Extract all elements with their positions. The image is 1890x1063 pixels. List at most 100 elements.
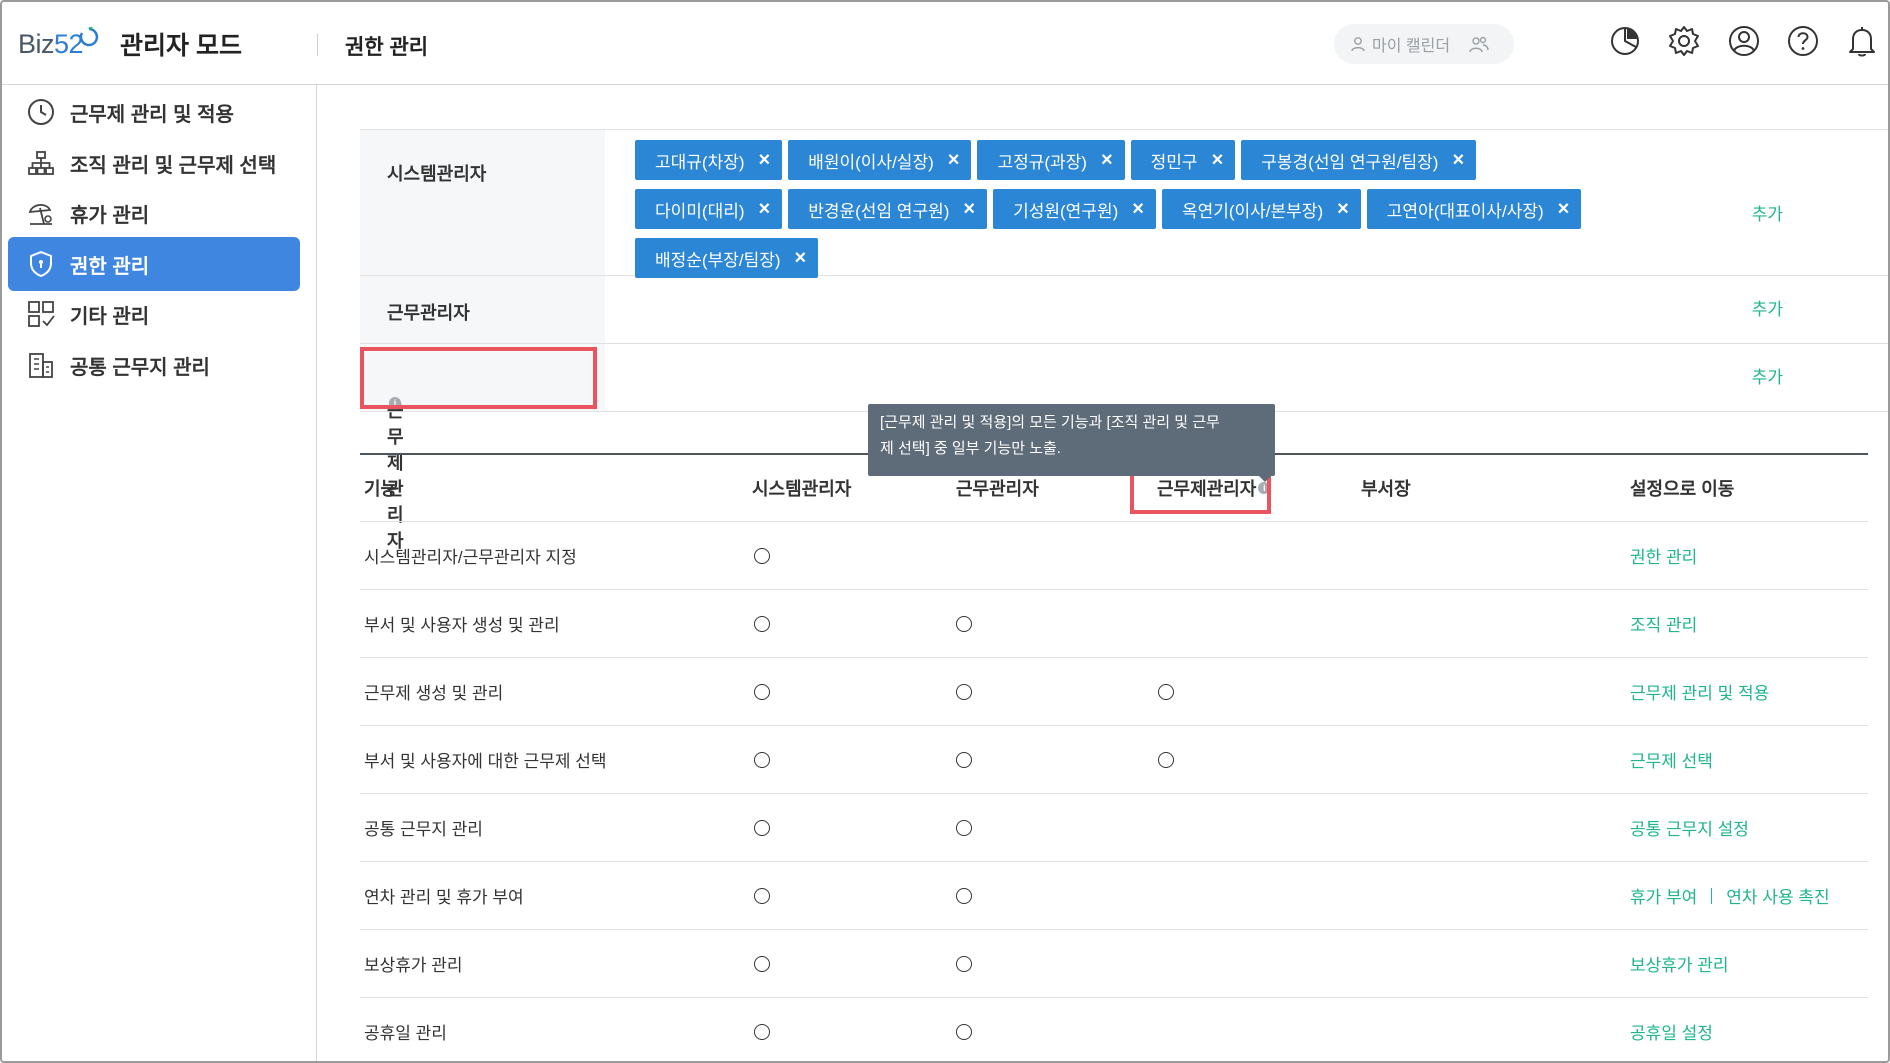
main-content: 시스템관리자 고대규(차장) × 배원이(이사/실장) × 고정규(과장) × 정민구 × 구봉… — [318, 86, 1888, 1061]
goto-settings-link[interactable]: 공휴일 설정 — [1630, 1019, 1713, 1044]
table-row: 공통 근무지 관리 공통 근무지 설정 — [360, 794, 1868, 862]
function-name: 보상휴가 관리 — [364, 956, 463, 975]
sidebar-item-etc[interactable]: 기타 관리 — [8, 287, 300, 341]
member-chip-label: 옥연기(이사/본부장) — [1181, 201, 1324, 221]
table-body: 시스템관리자/근무관리자 지정 권한 관리부서 및 사용자 생성 및 관리 조직 관… — [360, 522, 1868, 1061]
page-title: 권한 관리 — [345, 36, 429, 59]
function-name: 공통 근무지 관리 — [364, 820, 483, 839]
sidebar-item-label: 휴가 관리 — [70, 204, 150, 227]
permission-mark-icon — [1158, 683, 1174, 700]
member-chip-label: 배정순(부장/팀장) — [655, 250, 781, 270]
goto-settings-link[interactable]: 권한 관리 — [1630, 543, 1697, 568]
sidebar-item-worksystem[interactable]: 근무제 관리 및 적용 — [8, 85, 300, 139]
role-label: 근무제관리자 i — [360, 344, 605, 551]
goto-settings-link[interactable]: 조직 관리 — [1630, 611, 1697, 636]
col-sys-admin: 시스템관리자 — [752, 479, 852, 499]
add-worksys-admin-link[interactable]: 추가 — [1752, 363, 1783, 388]
sidebar-item-label: 권한 관리 — [70, 255, 150, 278]
work-admin-label: 근무관리자 — [387, 303, 470, 323]
member-chip-label: 배원이(이사/실장) — [808, 152, 934, 172]
function-name: 부서 및 사용자에 대한 근무제 선택 — [364, 752, 607, 771]
member-chip-label: 정민구 — [1150, 152, 1198, 172]
remove-member-icon[interactable]: × — [948, 150, 960, 170]
biz52-logo[interactable]: Biz 52 — [18, 22, 99, 66]
my-calendar-button[interactable]: 마이 캘린더 — [1334, 24, 1514, 64]
goto-settings-link[interactable]: 휴가 부여 — [1630, 883, 1697, 908]
remove-member-icon[interactable]: × — [759, 150, 771, 170]
remove-member-icon[interactable]: × — [1558, 199, 1570, 219]
function-permission-table: 기능 시스템관리자 근무관리자 근무제관리자 i 부서장 설정으로 이동 시스템관… — [360, 453, 1868, 1061]
col-function: 기능 — [364, 479, 398, 499]
info-icon[interactable]: i — [1258, 482, 1271, 494]
member-chip: 반경윤(선임 연구원) × — [788, 189, 988, 229]
table-row: 부서 및 사용자 생성 및 관리 조직 관리 — [360, 590, 1868, 658]
header-divider — [317, 34, 318, 56]
goto-settings-link[interactable]: 보상휴가 관리 — [1630, 951, 1729, 976]
function-name: 시스템관리자/근무관리자 지정 — [364, 548, 577, 567]
goto-links: 근무제 선택 — [1630, 726, 1868, 793]
role-row-work-admin: 근무관리자 추가 — [360, 276, 1888, 344]
help-icon[interactable] — [1786, 24, 1820, 58]
sidebar-item-label: 근무제 관리 및 적용 — [70, 103, 234, 126]
remove-member-icon[interactable]: × — [759, 199, 771, 219]
permission-mark-icon — [754, 683, 770, 700]
col-dept-head: 부서장 — [1361, 479, 1411, 499]
info-icon[interactable]: i — [389, 397, 401, 409]
goto-settings-link[interactable]: 근무제 관리 및 적용 — [1630, 679, 1769, 704]
sidebar-item-label: 조직 관리 및 근무제 선택 — [70, 154, 277, 177]
remove-member-icon[interactable]: × — [1101, 150, 1113, 170]
clock-icon — [28, 99, 54, 125]
remove-member-icon[interactable]: × — [1337, 199, 1349, 219]
goto-settings-link[interactable]: 연차 사용 촉진 — [1726, 883, 1829, 908]
goto-links: 휴가 부여 연차 사용 촉진 — [1630, 862, 1868, 929]
grid-icon — [28, 301, 55, 327]
sidebar-item-organization[interactable]: 조직 관리 및 근무제 선택 — [8, 136, 300, 190]
info-tooltip: [근무제 관리 및 적용]의 모든 기능과 [조직 관리 및 근무 제 선택] … — [868, 404, 1275, 476]
remove-member-icon[interactable]: × — [795, 248, 807, 268]
member-chip: 옥연기(이사/본부장) × — [1161, 189, 1361, 229]
table-row: 부서 및 사용자에 대한 근무제 선택 근무제 선택 — [360, 726, 1868, 794]
member-chip-label: 다이미(대리) — [655, 201, 745, 221]
sidebar-item-label: 기타 관리 — [70, 305, 150, 328]
role-assignment-table: 시스템관리자 고대규(차장) × 배원이(이사/실장) × 고정규(과장) × 정민구 × 구봉… — [360, 129, 1888, 551]
role-row-sys-admin: 시스템관리자 고대규(차장) × 배원이(이사/실장) × 고정규(과장) × 정민구 × 구봉… — [360, 129, 1888, 278]
add-work-admin-link[interactable]: 추가 — [1752, 295, 1783, 320]
member-chip-list: 고대규(차장) × 배원이(이사/실장) × 고정규(과장) × 정민구 × 구봉경(선임 연구… — [635, 130, 1695, 293]
role-label: 근무관리자 — [360, 276, 605, 343]
sys-admin-label: 시스템관리자 — [387, 164, 487, 184]
function-name: 근무제 생성 및 관리 — [364, 684, 504, 703]
table-row: 공휴일 관리 공휴일 설정 — [360, 998, 1868, 1061]
gear-icon[interactable] — [1667, 24, 1701, 58]
group-icon[interactable] — [1468, 35, 1490, 53]
goto-settings-link[interactable]: 근무제 선택 — [1630, 747, 1713, 772]
remove-member-icon[interactable]: × — [1452, 150, 1464, 170]
add-sys-admin-link[interactable]: 추가 — [1752, 200, 1783, 225]
my-calendar-label: 마이 캘린더 — [1372, 38, 1451, 55]
sidebar-item-permissions[interactable]: 권한 관리 — [8, 237, 300, 291]
app-window: Biz 52 관리자 모드 권한 관리 마이 캘린더 근무제 관리 및 적용 조… — [0, 0, 1890, 1063]
member-chip-label: 고정규(과장) — [997, 152, 1087, 172]
person-icon — [1351, 37, 1365, 52]
report-icon[interactable] — [1608, 24, 1642, 58]
user-icon[interactable] — [1727, 24, 1761, 58]
sidebar-item-common-workplace[interactable]: 공통 근무지 관리 — [8, 338, 300, 392]
remove-member-icon[interactable]: × — [963, 199, 975, 219]
permission-mark-icon — [754, 955, 770, 972]
member-chip: 정민구 × — [1130, 140, 1236, 180]
col-worksys-admin-label: 근무제관리자 — [1157, 479, 1257, 499]
permission-mark-icon — [956, 887, 972, 904]
goto-settings-link[interactable]: 공통 근무지 설정 — [1630, 815, 1749, 840]
permission-mark-icon — [754, 819, 770, 836]
org-chart-icon — [28, 151, 54, 175]
goto-links: 공휴일 설정 — [1630, 998, 1868, 1061]
tooltip-arrow — [1258, 475, 1272, 482]
permission-mark-icon — [754, 547, 770, 564]
member-chip: 배정순(부장/팀장) × — [635, 238, 819, 278]
bell-icon[interactable] — [1845, 24, 1879, 58]
table-row: 근무제 생성 및 관리 근무제 관리 및 적용 — [360, 658, 1868, 726]
member-chip-label: 기성원(연구원) — [1013, 201, 1119, 221]
remove-member-icon[interactable]: × — [1132, 199, 1144, 219]
link-divider — [1711, 887, 1713, 904]
remove-member-icon[interactable]: × — [1212, 150, 1224, 170]
sidebar-item-vacation[interactable]: 휴가 관리 — [8, 186, 300, 240]
